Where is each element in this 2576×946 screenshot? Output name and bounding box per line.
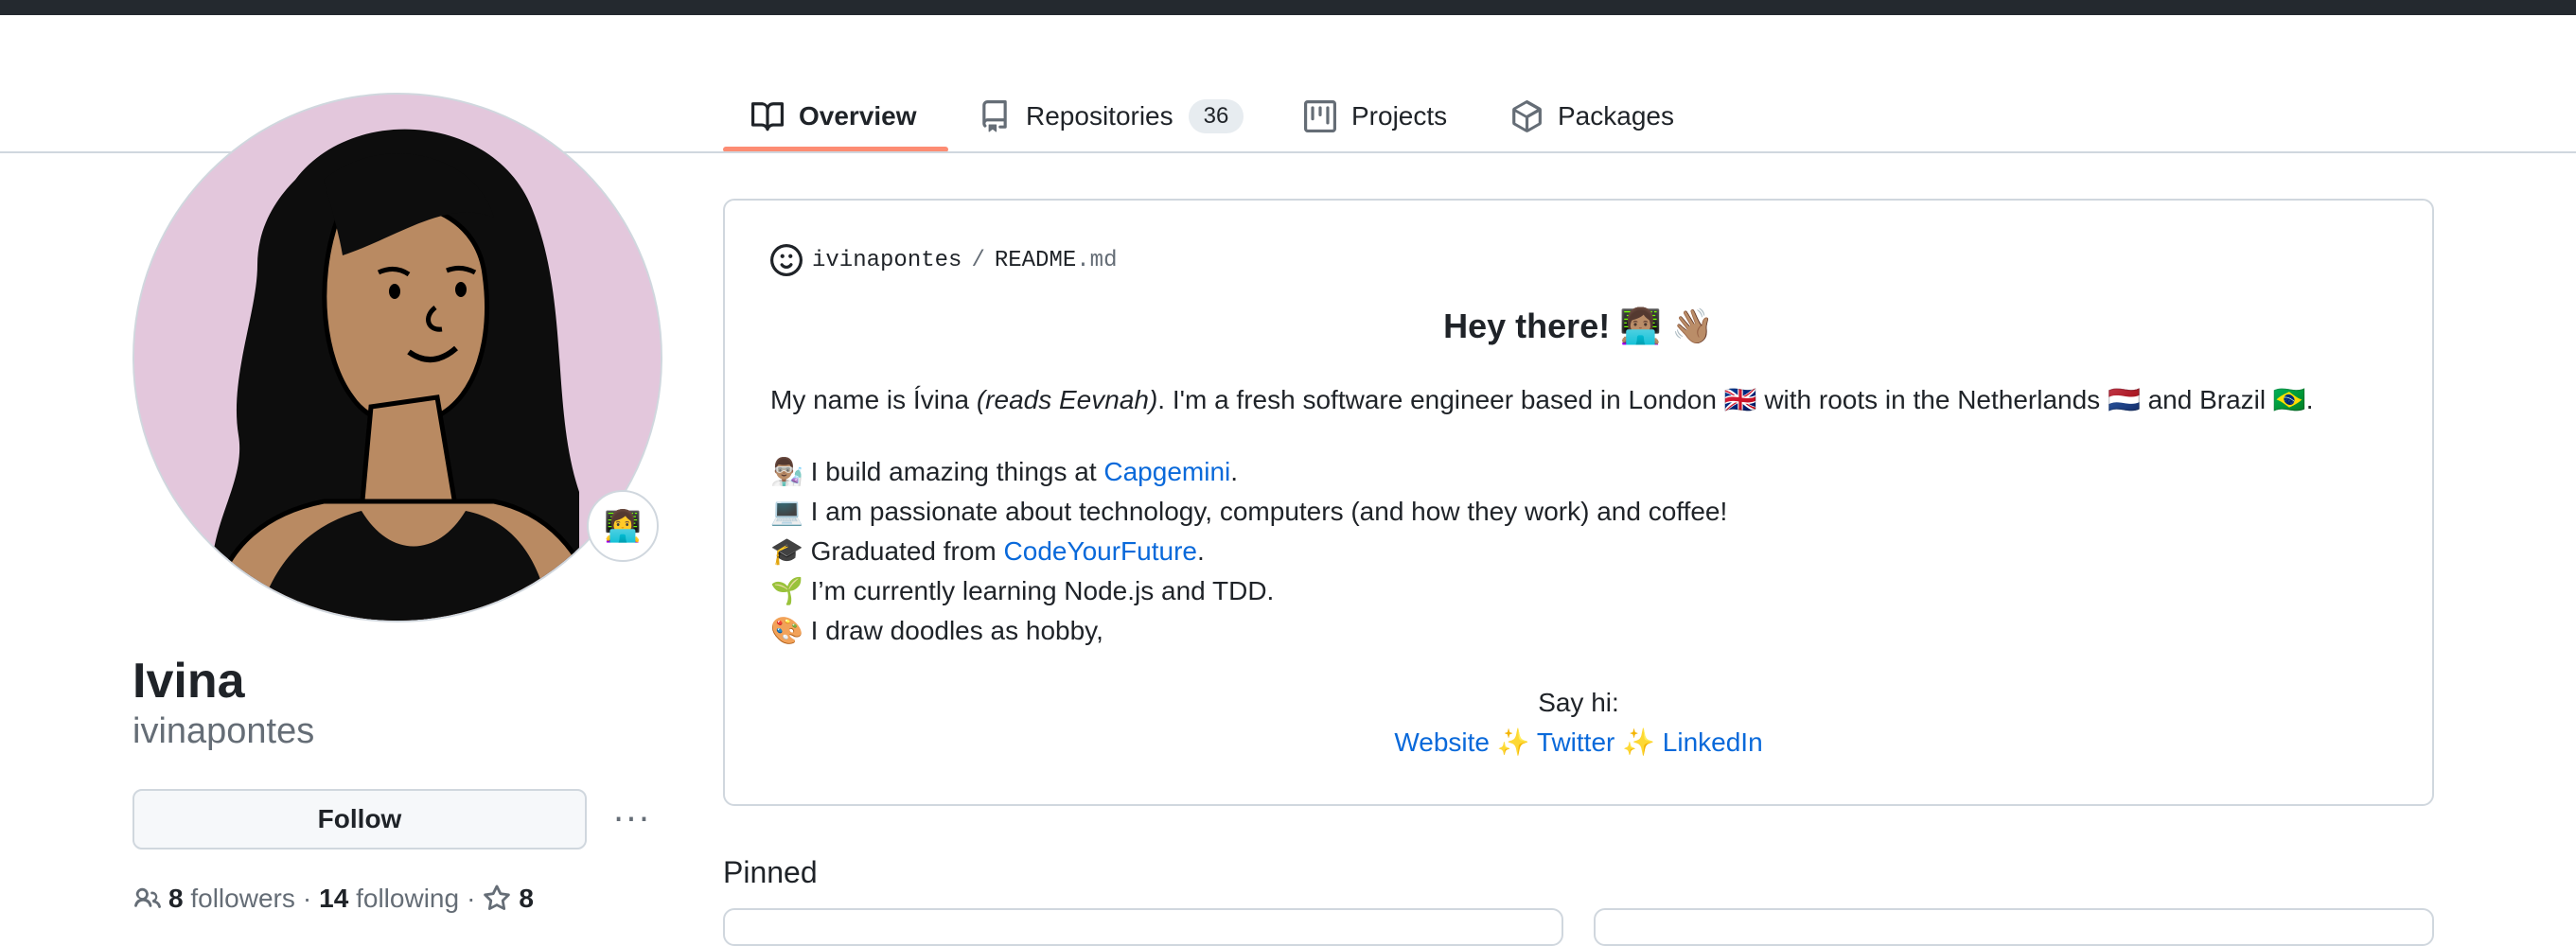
- list-text: .: [1230, 457, 1239, 486]
- list-item: 👨🏽‍🔬 I build amazing things at Capgemini…: [770, 452, 1727, 492]
- follow-button[interactable]: Follow: [132, 789, 587, 850]
- list-item: 🎨 I draw doodles as hobby,: [770, 616, 1103, 645]
- more-options-button[interactable]: ···: [606, 797, 659, 842]
- package-icon: [1512, 100, 1542, 132]
- book-icon: [751, 102, 784, 131]
- status-emoji-button[interactable]: 👩‍💻: [587, 490, 659, 562]
- list-item: 🎓 Graduated from CodeYourFuture.: [770, 532, 1727, 571]
- readme-bullets: 👨🏽‍🔬 I build amazing things at Capgemini…: [770, 452, 1727, 651]
- say-hi-block: Say hi: Website ✨ Twitter ✨ LinkedIn: [725, 683, 2432, 762]
- following-label: following: [356, 884, 460, 913]
- readme-card: ivinapontes / README.md Hey there! 👩🏽‍💻 …: [723, 199, 2434, 806]
- intro-pronunciation: (reads Eevnah): [976, 385, 1158, 414]
- followers-count: 8: [168, 884, 184, 913]
- profile-stats: 8 followers · 14 following · 8: [132, 884, 534, 914]
- pinned-repo-card[interactable]: [723, 908, 1563, 946]
- stats-separator: ·: [467, 884, 476, 913]
- tab-label: Overview: [799, 101, 917, 131]
- pinned-repo-card[interactable]: [1594, 908, 2434, 946]
- stars-link[interactable]: 8: [483, 884, 534, 914]
- tab-repositories[interactable]: Repositories 36: [979, 79, 1244, 153]
- repo-count-badge: 36: [1188, 99, 1244, 133]
- repo-icon: [982, 100, 1007, 132]
- readme-path: ivinapontes / README.md: [770, 244, 1117, 276]
- capgemini-link[interactable]: Capgemini: [1103, 457, 1230, 486]
- codeyourfuture-link[interactable]: CodeYourFuture: [1004, 536, 1197, 566]
- avatar-illustration: [134, 95, 661, 621]
- list-text: 🎓 Graduated from: [770, 536, 1004, 566]
- website-link[interactable]: Website: [1394, 727, 1490, 757]
- stats-separator: ·: [302, 884, 312, 913]
- path-slash: /: [971, 247, 985, 273]
- tab-overview[interactable]: Overview: [751, 79, 917, 153]
- star-icon: [484, 885, 511, 910]
- readme-heading: Hey there! 👩🏽‍💻 👋🏽: [1443, 307, 1714, 345]
- tab-projects[interactable]: Projects: [1304, 79, 1447, 153]
- profile-login: ivinapontes: [132, 711, 315, 751]
- tab-packages[interactable]: Packages: [1510, 79, 1674, 153]
- pinned-heading: Pinned: [723, 855, 818, 889]
- list-item: 💻 I am passionate about technology, comp…: [770, 497, 1728, 526]
- intro-text-rest: . I'm a fresh software engineer based in…: [1157, 385, 2314, 414]
- list-text: .: [1196, 536, 1205, 566]
- following-link[interactable]: 14 following: [319, 884, 459, 914]
- readme-owner-link[interactable]: ivinapontes: [812, 248, 962, 273]
- sparkle-separator: ✨: [1614, 727, 1663, 757]
- social-links: Website ✨ Twitter ✨ LinkedIn: [725, 723, 2432, 762]
- people-icon: [134, 887, 161, 908]
- sparkle-separator: ✨: [1489, 727, 1537, 757]
- stars-count: 8: [519, 884, 534, 913]
- linkedin-link[interactable]: LinkedIn: [1663, 727, 1763, 757]
- list-text: 👨🏽‍🔬 I build amazing things at: [770, 457, 1104, 486]
- readme-filename: README: [994, 247, 1077, 273]
- intro-text: My name is Ívina: [770, 385, 977, 414]
- readme-ext: .md: [1076, 247, 1118, 273]
- twitter-link[interactable]: Twitter: [1537, 727, 1614, 757]
- smiley-icon: [770, 244, 803, 276]
- followers-label: followers: [190, 884, 295, 913]
- say-hi-label: Say hi:: [1538, 688, 1619, 717]
- tab-label: Packages: [1558, 101, 1674, 131]
- list-item: 🌱 I’m currently learning Node.js and TDD…: [770, 576, 1275, 605]
- avatar[interactable]: [132, 93, 662, 622]
- followers-link[interactable]: 8 followers: [168, 884, 295, 914]
- readme-intro: My name is Ívina (reads Eevnah). I'm a f…: [770, 384, 2314, 415]
- global-header-bar: [0, 0, 2576, 15]
- readme-file-link[interactable]: README.md: [995, 248, 1118, 273]
- tab-label: Repositories: [1026, 101, 1173, 131]
- project-icon: [1304, 100, 1336, 132]
- tab-label: Projects: [1351, 101, 1448, 131]
- status-emoji: 👩‍💻: [604, 509, 642, 543]
- following-count: 14: [319, 884, 349, 913]
- profile-name: Ivina: [132, 654, 245, 709]
